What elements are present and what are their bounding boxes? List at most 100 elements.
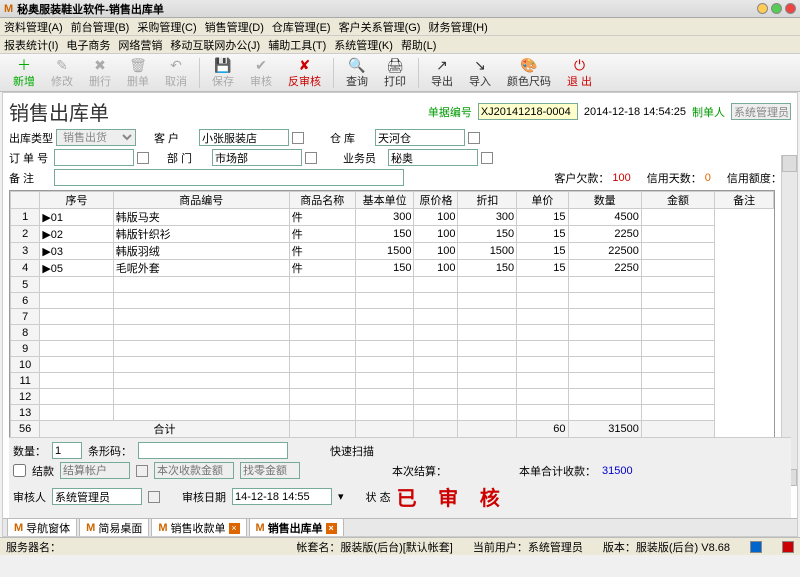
change-input[interactable] bbox=[240, 462, 300, 479]
menu-item[interactable]: 财务管理(H) bbox=[428, 19, 487, 35]
toolbar-icon: 🗑 bbox=[129, 57, 147, 73]
col-header[interactable]: 序号 bbox=[40, 192, 113, 209]
table-row[interactable]: 3▶03韩版羽绒件150010015001522500 bbox=[11, 243, 774, 260]
tab-icon: M bbox=[256, 522, 265, 534]
sales-lookup-button[interactable] bbox=[481, 152, 493, 164]
table-row[interactable]: 7 bbox=[11, 309, 774, 325]
col-header[interactable]: 数量 bbox=[568, 192, 641, 209]
tab-close-icon[interactable]: × bbox=[326, 523, 337, 534]
table-row[interactable]: 13 bbox=[11, 405, 774, 421]
menu-item[interactable]: 帮助(L) bbox=[401, 37, 436, 53]
wh-lookup-button[interactable] bbox=[468, 132, 480, 144]
status-label: 状 态 bbox=[366, 489, 391, 505]
table-row[interactable]: 12 bbox=[11, 389, 774, 405]
toolbar-取消[interactable]: ↶取消 bbox=[158, 54, 194, 92]
toolbar-删行[interactable]: ✖删行 bbox=[82, 54, 118, 92]
credit-days-label: 信用天数： bbox=[647, 170, 702, 186]
toolbar-保存[interactable]: 💾保存 bbox=[205, 54, 241, 92]
toolbar-icon: ✎ bbox=[56, 57, 68, 73]
table-row[interactable]: 4▶05毛呢外套件150100150152250 bbox=[11, 260, 774, 277]
toolbar-icon: 💾 bbox=[214, 57, 231, 73]
maximize-icon[interactable] bbox=[771, 3, 782, 14]
table-row[interactable]: 1▶01韩版马夹件300100300154500 bbox=[11, 209, 774, 226]
minimize-icon[interactable] bbox=[757, 3, 768, 14]
maker-input bbox=[731, 103, 791, 120]
menu-item[interactable]: 系统管理(K) bbox=[334, 37, 393, 53]
cust-lookup-button[interactable] bbox=[292, 132, 304, 144]
toolbar-导出[interactable]: ↗导出 bbox=[424, 54, 460, 92]
remark-input[interactable] bbox=[54, 169, 404, 186]
col-header[interactable]: 金额 bbox=[641, 192, 714, 209]
tab[interactable]: M导航窗体 bbox=[7, 518, 77, 537]
table-row[interactable]: 8 bbox=[11, 325, 774, 341]
toolbar-删单[interactable]: 🗑删单 bbox=[120, 54, 156, 92]
toolbar-查询[interactable]: 🔍查询 bbox=[339, 54, 375, 92]
col-header[interactable]: 基本单位 bbox=[355, 192, 414, 209]
table-row[interactable]: 5 bbox=[11, 277, 774, 293]
toolbar-icon: 🔍 bbox=[348, 57, 365, 73]
col-header[interactable]: 单价 bbox=[517, 192, 568, 209]
menu-item[interactable]: 采购管理(C) bbox=[137, 19, 196, 35]
toolbar-修改[interactable]: ✎修改 bbox=[44, 54, 80, 92]
table-row[interactable]: 9 bbox=[11, 341, 774, 357]
dept-lookup-button[interactable] bbox=[305, 152, 317, 164]
dept-input[interactable] bbox=[212, 149, 302, 166]
settle-checkbox[interactable] bbox=[13, 464, 26, 477]
col-header[interactable]: 商品编号 bbox=[113, 192, 289, 209]
tab[interactable]: M简易桌面 bbox=[79, 518, 149, 537]
toolbar-新增[interactable]: ＋新增 bbox=[6, 54, 42, 92]
barcode-input[interactable] bbox=[138, 442, 288, 459]
menu-item[interactable]: 前台管理(B) bbox=[71, 19, 130, 35]
menu-item[interactable]: 移动互联网办公(J) bbox=[170, 37, 260, 53]
menu-item[interactable]: 资料管理(A) bbox=[4, 19, 63, 35]
col-header[interactable]: 备注 bbox=[715, 192, 774, 209]
table-row[interactable]: 10 bbox=[11, 357, 774, 373]
table-row[interactable]: 6 bbox=[11, 293, 774, 309]
status-icon-1[interactable] bbox=[750, 541, 762, 553]
menu-item[interactable]: 网络营销 bbox=[118, 37, 162, 53]
col-header[interactable]: 原价格 bbox=[414, 192, 458, 209]
close-icon[interactable] bbox=[785, 3, 796, 14]
type-select[interactable]: 销售出货 bbox=[56, 129, 136, 146]
sales-input[interactable] bbox=[388, 149, 478, 166]
table-row[interactable]: 2▶02韩版针织衫件150100150152250 bbox=[11, 226, 774, 243]
col-header[interactable]: 折扣 bbox=[458, 192, 517, 209]
audit-date-input[interactable] bbox=[232, 488, 332, 505]
order-lookup-button[interactable] bbox=[137, 152, 149, 164]
auditor-input[interactable] bbox=[52, 488, 142, 505]
tab-close-icon[interactable]: × bbox=[229, 523, 240, 534]
menu-item[interactable]: 客户关系管理(G) bbox=[339, 19, 421, 35]
order-input[interactable] bbox=[54, 149, 134, 166]
menu-item[interactable]: 报表统计(I) bbox=[4, 37, 58, 53]
tab-icon: M bbox=[86, 522, 95, 534]
table-row[interactable]: 11 bbox=[11, 373, 774, 389]
tab[interactable]: M销售收款单× bbox=[151, 518, 246, 537]
qty-input[interactable] bbox=[52, 442, 82, 459]
settle-amt-input[interactable] bbox=[154, 462, 234, 479]
settle-acct-input[interactable] bbox=[60, 462, 130, 479]
toolbar-反审核[interactable]: ✘反审核 bbox=[281, 54, 328, 92]
maker-label: 制单人 bbox=[692, 104, 725, 120]
toolbar-审核[interactable]: ✔审核 bbox=[243, 54, 279, 92]
menu-item[interactable]: 辅助工具(T) bbox=[268, 37, 326, 53]
toolbar-打印[interactable]: 🖨打印 bbox=[377, 54, 413, 92]
menu-item[interactable]: 仓库管理(E) bbox=[272, 19, 331, 35]
total-recv-label: 本单合计收款： bbox=[519, 463, 596, 479]
wh-input[interactable] bbox=[375, 129, 465, 146]
settle-label: 结款 bbox=[32, 463, 54, 479]
auditor-lookup[interactable] bbox=[148, 491, 160, 503]
toolbar-导入[interactable]: ↘导入 bbox=[462, 54, 498, 92]
col-header[interactable]: 商品名称 bbox=[289, 192, 355, 209]
toolbar-颜色尺码[interactable]: 🎨颜色尺码 bbox=[500, 54, 558, 92]
menu-item[interactable]: 销售管理(D) bbox=[205, 19, 264, 35]
toolbar-icon: ↶ bbox=[170, 57, 182, 73]
server-label: 服务器名： bbox=[6, 539, 61, 555]
menu-item[interactable]: 电子商务 bbox=[66, 37, 110, 53]
data-grid[interactable]: 序号商品编号商品名称基本单位原价格折扣单价数量金额备注1▶01韩版马夹件3001… bbox=[9, 190, 775, 439]
cust-input[interactable] bbox=[199, 129, 289, 146]
bill-no-input[interactable] bbox=[478, 103, 578, 120]
toolbar-退 出[interactable]: ⏻退 出 bbox=[560, 54, 599, 92]
tab[interactable]: M销售出库单× bbox=[249, 518, 344, 537]
status-icon-2[interactable] bbox=[782, 541, 794, 553]
settle-acct-lookup[interactable] bbox=[136, 465, 148, 477]
